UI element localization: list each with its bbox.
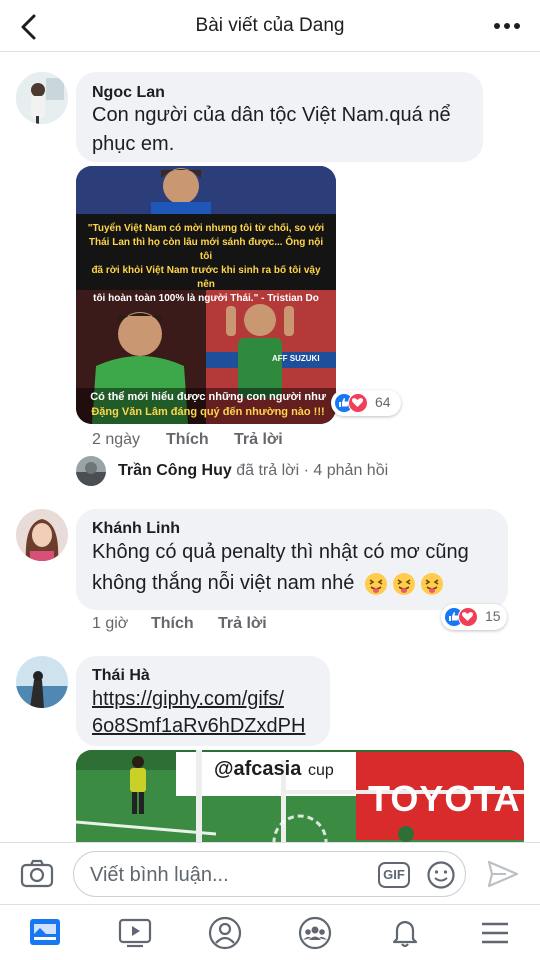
comment-link[interactable]: 6o8Smf1aRv6hDZxdPH xyxy=(92,712,305,741)
comment-actions: 2 ngày Thích Trả lời xyxy=(0,431,540,451)
comment-text-line: phục em. xyxy=(92,133,175,155)
comment-author[interactable]: Khánh Linh xyxy=(92,520,180,538)
tongue-out-emoji-icon xyxy=(392,572,415,595)
image-caption: Có thể mới hiểu được những con người như… xyxy=(84,390,332,420)
emoji-group xyxy=(364,572,444,596)
comment-text-line: Con người của dân tộc Việt Nam.quá nể xyxy=(92,104,451,126)
groups-icon[interactable] xyxy=(297,915,333,951)
more-options-icon[interactable] xyxy=(492,13,522,39)
reply-author[interactable]: Trần Công Huy xyxy=(118,462,232,479)
comment-text-line-with-emoji: không thắng nỗi việt nam nhé xyxy=(92,569,444,598)
like-button[interactable]: Thích xyxy=(151,615,194,633)
reply-count-text: đã trả lời · 4 phản hồi xyxy=(236,462,389,479)
comment-composer: Viết bình luận... GIF xyxy=(0,842,540,904)
gif-button[interactable]: GIF xyxy=(378,862,410,888)
comment-text-line: Không có quả penalty thì nhật có mơ cũng xyxy=(92,541,469,563)
image-quote-line: "Tuyển Việt Nam có mời nhưng tôi từ chối… xyxy=(87,223,325,234)
avatar[interactable] xyxy=(16,656,68,708)
image-quote: "Tuyển Việt Nam có mời nhưng tôi từ chối… xyxy=(82,222,330,306)
reply-preview[interactable]: Trần Công Huy đã trả lời · 4 phản hồi xyxy=(118,462,388,480)
like-button[interactable]: Thích xyxy=(166,431,209,449)
avatar[interactable] xyxy=(16,72,68,124)
reaction-count: 64 xyxy=(375,394,391,410)
gif-board-text: cup xyxy=(308,762,334,779)
tongue-out-emoji-icon xyxy=(364,572,387,595)
comment-text: không thắng nỗi việt nam nhé xyxy=(92,572,355,594)
image-banner-text: AFF SUZUKI xyxy=(272,354,320,363)
gif-preview[interactable]: @afcasia cup TOYOTA xyxy=(76,750,524,842)
camera-icon[interactable] xyxy=(20,858,54,888)
comment-timestamp: 1 giờ xyxy=(92,615,129,632)
image-quote-line: Thái Lan thì họ còn lâu mới sánh được...… xyxy=(88,237,324,262)
comment-link[interactable]: https://giphy.com/gifs/ xyxy=(92,685,284,714)
comment-author[interactable]: Thái Hà xyxy=(92,667,150,685)
comment-input[interactable]: Viết bình luận... GIF xyxy=(73,851,466,897)
reply-button[interactable]: Trả lời xyxy=(234,431,283,449)
comment-input-placeholder: Viết bình luận... xyxy=(90,864,229,886)
comment-timestamp: 2 ngày xyxy=(92,431,141,448)
notifications-bell-icon[interactable] xyxy=(387,915,423,951)
send-icon[interactable] xyxy=(486,859,520,889)
tongue-out-emoji-icon xyxy=(420,572,443,595)
comment-author[interactable]: Ngoc Lan xyxy=(92,84,165,102)
reply-button[interactable]: Trả lời xyxy=(218,615,267,633)
avatar[interactable] xyxy=(16,509,68,561)
image-quote-line: tôi hoàn toàn 100% là người Thái." - Tri… xyxy=(93,293,319,304)
comment-attached-image[interactable]: "Tuyển Việt Nam có mời nhưng tôi từ chối… xyxy=(76,166,336,424)
news-feed-icon[interactable] xyxy=(27,915,63,951)
bottom-navigation xyxy=(0,904,540,960)
love-reaction-icon xyxy=(348,393,368,413)
reply-avatar[interactable] xyxy=(76,456,106,486)
page-title: Bài viết của Dang xyxy=(195,15,345,36)
image-quote-line: đã rời khỏi Việt Nam trước khi sinh ra b… xyxy=(91,265,321,290)
gif-board-text: @afcasia xyxy=(214,758,302,780)
comment-actions: 1 giờ Thích Trả lời xyxy=(0,615,540,635)
menu-icon[interactable] xyxy=(477,915,513,951)
reaction-summary[interactable]: 64 xyxy=(331,390,401,416)
gif-sponsor-text: TOYOTA xyxy=(368,778,521,819)
image-caption-line: Đặng Văn Lâm đáng quý đến nhường nào !!! xyxy=(91,406,325,418)
profile-icon[interactable] xyxy=(207,915,243,951)
top-bar: Bài viết của Dang xyxy=(0,0,540,52)
image-caption-line: Có thể mới hiểu được những con người như xyxy=(90,391,326,403)
watch-video-icon[interactable] xyxy=(117,915,153,951)
emoji-picker-icon[interactable] xyxy=(426,860,456,890)
